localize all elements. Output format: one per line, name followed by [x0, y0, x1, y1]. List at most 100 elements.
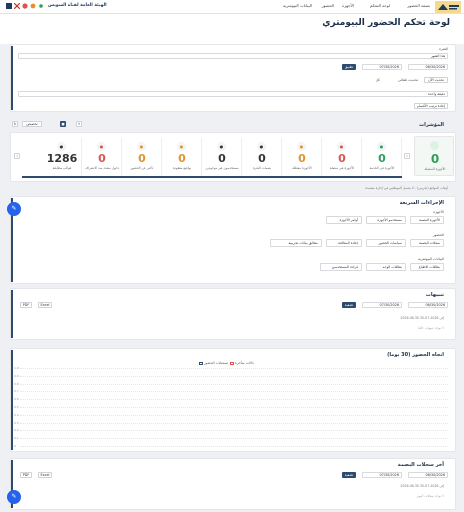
latest-title: آخر سجلات البصمة [397, 462, 444, 468]
y-tick-label: 0.3 [14, 420, 19, 425]
alerts-excel-button[interactable]: Excel [38, 302, 52, 308]
punch-records-action[interactable]: سجلات البصمة [410, 239, 444, 247]
period-label: الفترة [439, 47, 448, 51]
latest-date-from[interactable]: 06/30/2026 [408, 472, 448, 478]
alerts-date-to[interactable]: 07/30/2026 [362, 302, 402, 308]
user-status-icon[interactable] [38, 3, 44, 9]
date-from-input[interactable]: 06/30/2026 [408, 64, 448, 70]
nav-dashboard[interactable]: لوحة التحكم [370, 3, 390, 8]
notifications-icon[interactable] [22, 3, 28, 9]
menu-icon[interactable] [6, 3, 12, 9]
chart-gridline [20, 422, 448, 424]
latest-empty: لا توجد سجلات اليوم [416, 494, 444, 498]
alerts-pdf-button[interactable]: PDF [20, 302, 32, 308]
indicators-title: المؤشرات [419, 122, 444, 128]
trend-title: اتجاه الحضور (30 يوما) [387, 352, 444, 358]
device-users-action[interactable]: مستخدمو الأجهزة [366, 216, 406, 224]
chart-gridline [20, 383, 448, 385]
latest-excel-button[interactable]: Excel [38, 472, 52, 478]
messages-icon[interactable] [30, 3, 36, 9]
legend-late[interactable]: حالات متأخرة [229, 361, 254, 365]
chart-gridline [20, 399, 448, 401]
late-icon: ● [137, 142, 146, 151]
date-to-input[interactable]: 07/30/2026 [362, 64, 402, 70]
user-icon: ● [217, 142, 226, 151]
connected-devices-caption: الأجهزة المتصلة [424, 167, 446, 171]
kpi-card[interactable]: ● 1286 قوالب مطابقة [42, 138, 82, 176]
kpi-value: 0 [258, 152, 266, 165]
apply-button[interactable]: تطبيق [342, 64, 356, 70]
demo-data-action[interactable]: مطابق بيانات تجريبية [270, 239, 322, 247]
alerts-empty: لا توجد تنبيهات حاليا [417, 326, 444, 330]
kpi-card[interactable]: ● 0 تواقيع مفقودة [162, 138, 202, 176]
refresh-now-button[interactable]: تحديث الآن [424, 77, 448, 83]
connected-devices-kpi: 0 الأجهزة المتصلة [414, 136, 454, 176]
kpi-card[interactable]: ● 0 الأجهزة غير متصلة [322, 138, 362, 176]
nav-attendance[interactable]: بصمة الحضور [407, 3, 430, 8]
reorder-sections-button[interactable]: إعادة ترتيب الأقسام [414, 103, 448, 109]
kpi-scrollbar[interactable] [22, 176, 402, 178]
kpi-caption: بصمات الفترة [252, 166, 272, 170]
add-icon[interactable]: + [76, 121, 82, 127]
alerts-date-from[interactable]: 06/30/2026 [408, 302, 448, 308]
connected-devices-value: 0 [430, 152, 440, 166]
fingerprint-cards-action[interactable]: بطاقات الاطباع [410, 263, 444, 271]
nav-biometric[interactable]: البيانات البيومترية [283, 3, 312, 8]
kpi-value: 0 [138, 152, 146, 165]
attendance-group-label: الحضور [432, 233, 444, 237]
legend-checkins[interactable]: تسجيلات الحضور [198, 361, 228, 365]
biometric-group-label: البيانات البيومترية [417, 257, 444, 261]
auto-refresh-checkbox[interactable]: تحديث تلقائي [398, 78, 418, 82]
kpi-card[interactable]: ● 0 مستخدمون غير موجودين [202, 138, 242, 176]
edit-fab-icon[interactable]: ✎ [7, 202, 21, 216]
nav-devices[interactable]: الأجهزة [342, 3, 354, 8]
kpi-prev-icon[interactable]: ‹ [14, 153, 20, 159]
latest-filter-button[interactable]: تصفية [342, 472, 356, 478]
y-tick-label: 0.4 [14, 412, 19, 417]
chart-gridline [20, 438, 448, 440]
authority-logo[interactable] [435, 1, 461, 13]
y-tick-label: 0.7 [14, 389, 19, 394]
language-icon[interactable] [13, 2, 21, 10]
device-commands-action[interactable]: أوامر الأجهزة [326, 216, 362, 224]
latest-date-to[interactable]: 07/30/2026 [362, 472, 402, 478]
y-tick-label: 0.5 [14, 405, 19, 409]
kpi-next-icon[interactable]: › [404, 153, 410, 159]
nav-presence[interactable]: الحضور [322, 3, 334, 8]
y-tick-label: 0.2 [14, 428, 19, 433]
kpi-card[interactable]: ● 0 الأجهزة في الخدمة [362, 138, 402, 176]
clock-icon: ● [177, 142, 186, 151]
brand-name: الهيئة العامة لقناة السويس [48, 3, 107, 8]
kpi-value: 0 [218, 152, 226, 165]
read-users-action[interactable]: قراءة المستخدمين [320, 263, 362, 271]
y-tick-label: 0 [14, 444, 16, 448]
kpi-card[interactable]: ● 0 دخول متعدد منذ الانصراف [82, 138, 122, 176]
chart-gridline [20, 407, 448, 408]
devices-group-label: الأجهزة [433, 210, 444, 214]
alerts-filter-button[interactable]: تصفية [342, 302, 356, 308]
kpi-card[interactable]: ● 0 الأجهزة معطلة [282, 138, 322, 176]
edit-fab-bottom-icon[interactable]: ✎ [7, 490, 21, 504]
error-icon: ● [337, 142, 346, 151]
alerts-card [10, 288, 456, 340]
devices-action[interactable]: الأجهزة البصمة [410, 216, 444, 224]
kpi-card[interactable]: ● 0 بصمات الفترة [242, 138, 282, 176]
attendance-policies-action[interactable]: سياسات الحضور [366, 239, 406, 247]
reprocess-action[interactable]: إعادة المعالجة [326, 239, 362, 247]
latest-pdf-button[interactable]: PDF [20, 472, 32, 478]
kpi-value: 0 [298, 152, 306, 165]
customize-button[interactable]: تخصيص [22, 121, 42, 127]
devices-icon [430, 141, 439, 150]
kpi-card[interactable]: ● 0 تأخير عن الحضور [122, 138, 162, 176]
kpi-caption: قوالب مطابقة [52, 166, 72, 170]
trend-accent [11, 350, 13, 450]
face-cards-action[interactable]: بطاقات الوجه [366, 263, 406, 271]
period-select[interactable]: هذا الشهر [18, 53, 448, 59]
y-tick-label: 0.6 [14, 397, 19, 402]
kpi-caption: تأخير عن الحضور [130, 166, 154, 170]
reset-icon[interactable]: ↻ [12, 121, 18, 127]
interval-select[interactable]: دقيقة واحدة [18, 91, 448, 97]
kpi-caption: الأجهزة معطلة [292, 166, 312, 170]
view-toggle-icon[interactable]: ■ [60, 121, 66, 127]
chart-gridline [20, 368, 448, 369]
